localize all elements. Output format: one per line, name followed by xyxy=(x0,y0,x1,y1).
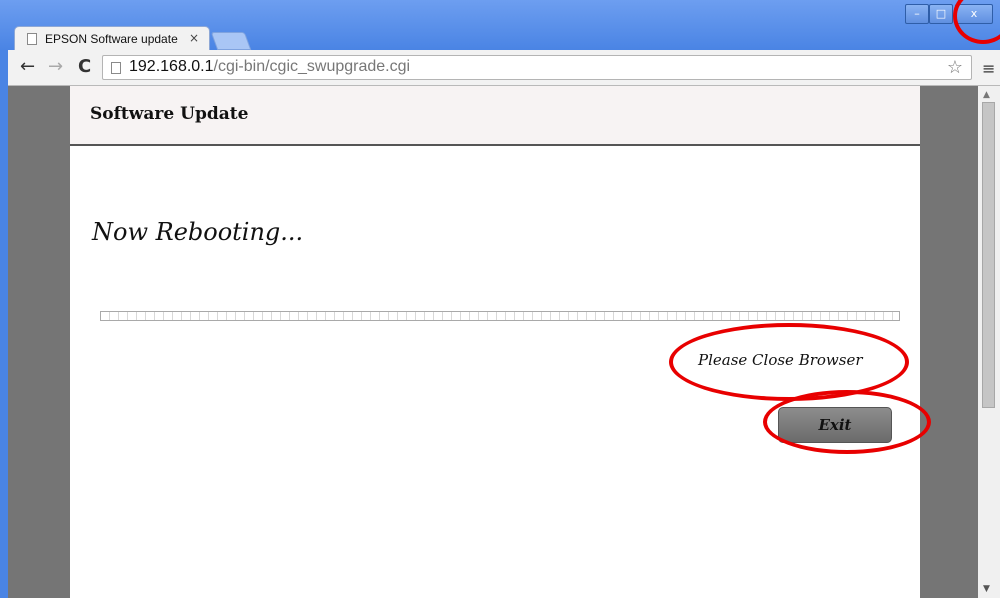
window-maximize-button[interactable]: □ xyxy=(929,4,953,24)
page-title: Software Update xyxy=(90,104,249,124)
forward-icon[interactable]: → xyxy=(48,57,63,77)
progress-bar xyxy=(100,311,900,321)
menu-icon[interactable]: ≡ xyxy=(982,59,995,78)
scroll-down-icon[interactable]: ▼ xyxy=(983,584,990,594)
tab-title: EPSON Software update xyxy=(45,32,178,46)
browser-toolbar: ← → C 192.168.0.1/cgi-bin/cgic_swupgrade… xyxy=(8,50,1000,86)
status-message: Now Rebooting... xyxy=(92,218,304,246)
exit-button[interactable]: Exit xyxy=(778,407,892,443)
star-icon[interactable]: ☆ xyxy=(947,57,963,78)
address-bar[interactable]: 192.168.0.1/cgi-bin/cgic_swupgrade.cgi ☆ xyxy=(102,55,972,80)
browser-tab[interactable]: EPSON Software update × xyxy=(14,26,210,52)
tab-close-icon[interactable]: × xyxy=(189,31,199,45)
window-close-button[interactable]: x xyxy=(955,4,993,24)
reload-icon[interactable]: C xyxy=(78,57,91,77)
page-header: Software Update xyxy=(70,86,920,146)
web-page: Software Update Now Rebooting... Please … xyxy=(70,86,920,598)
page-icon xyxy=(111,62,121,74)
url-text[interactable]: 192.168.0.1/cgi-bin/cgic_swupgrade.cgi xyxy=(129,58,410,76)
scroll-up-icon[interactable]: ▲ xyxy=(983,90,990,100)
back-icon[interactable]: ← xyxy=(20,57,35,77)
close-browser-message: Please Close Browser xyxy=(698,351,863,369)
window-minimize-button[interactable]: – xyxy=(905,4,929,24)
new-tab-button[interactable] xyxy=(210,32,252,50)
url-host: 192.168.0.1 xyxy=(129,58,214,75)
page-icon xyxy=(27,33,37,45)
scrollbar-thumb[interactable] xyxy=(982,102,995,408)
url-path: /cgi-bin/cgic_swupgrade.cgi xyxy=(213,58,411,75)
window-frame xyxy=(0,50,8,598)
